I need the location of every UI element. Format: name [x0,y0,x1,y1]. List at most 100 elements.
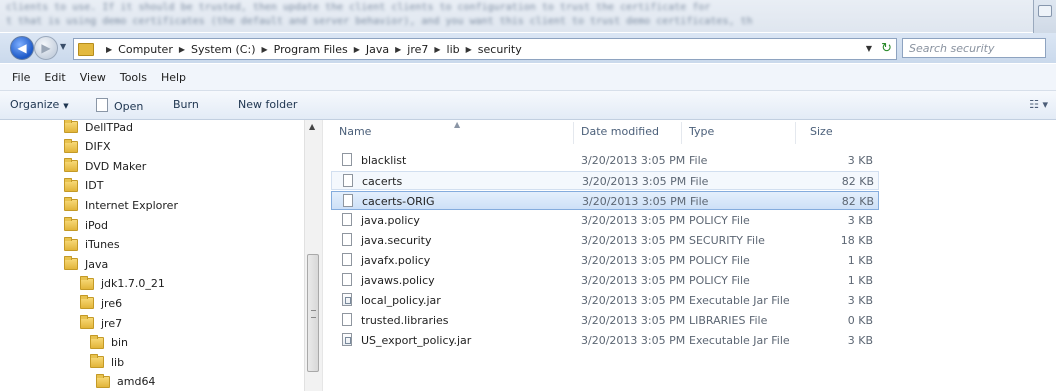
column-divider[interactable] [795,122,796,144]
table-row[interactable]: US_export_policy.jar 3/20/2013 3:05 PM Exe… [331,331,879,350]
breadcrumb-item[interactable]: Java [366,43,389,56]
folder-icon [64,177,78,192]
menu-bar: File Edit View Tools Help [0,64,1056,91]
breadcrumb-item[interactable]: Program Files [274,43,348,56]
new-folder-button[interactable]: New folder [238,98,297,111]
address-history-dropdown[interactable]: ▼ [866,44,872,53]
tree-item[interactable]: jdk1.7.0_21 [80,275,165,293]
column-divider[interactable] [573,122,574,144]
table-row[interactable]: trusted.libraries 3/20/2013 3:05 PM LIBRAR… [331,311,879,330]
table-row[interactable]: javafx.policy 3/20/2013 3:05 PM POLICY Fil… [331,251,879,270]
tree-item[interactable]: DellTPad [64,120,133,136]
scroll-up-icon[interactable]: ▲ [309,122,315,131]
file-type: POLICY File [689,274,750,287]
table-row[interactable]: java.security 3/20/2013 3:05 PM SECURITY F… [331,231,879,250]
tree-item[interactable]: jre7 [80,314,122,332]
back-arrow-icon: ◀ [17,41,27,55]
menu-item[interactable]: Edit [44,71,65,84]
tree-item[interactable]: iTunes [64,236,120,254]
column-header-type[interactable]: Type [689,125,714,138]
menu-item[interactable]: Help [161,71,186,84]
tree-item[interactable]: lib [90,353,124,371]
search-input[interactable]: Search security [902,38,1046,58]
breadcrumb-item[interactable]: jre7 [407,43,428,56]
address-bar[interactable]: ▶ Computer ▶ System (C:) ▶ Program Files ▶ Java… [73,38,897,60]
breadcrumb-item[interactable]: security [478,43,522,56]
breadcrumb-item[interactable]: Computer [118,43,173,56]
change-view-icon[interactable]: ☷ ▾ [1029,98,1048,111]
table-row[interactable]: cacerts 3/20/2013 3:05 PM File 82 KB [331,171,879,190]
tree-item[interactable]: DVD Maker [64,157,146,175]
folder-icon [64,197,78,212]
file-size: 82 KB [841,175,874,188]
folder-icon [80,275,94,290]
grip-icon [311,310,316,318]
column-header-date[interactable]: Date modified [581,125,659,138]
background-window: clients to use. If it should be trusted,… [0,0,1056,32]
chevron-right-icon[interactable]: ▶ [179,45,185,54]
file-name: javafx.policy [361,254,431,267]
tree-item[interactable]: IDT [64,177,103,195]
file-date: 3/20/2013 3:05 PM [581,154,686,167]
file-name: local_policy.jar [361,294,441,307]
back-button[interactable]: ◀ [10,36,34,60]
file-size: 1 KB [847,274,873,287]
tree-item[interactable]: iPod [64,216,108,234]
breadcrumb-item[interactable]: System (C:) [191,43,256,56]
tree-item-label: jre7 [101,316,123,330]
minimize-button[interactable] [1038,5,1052,17]
file-size: 0 KB [847,314,873,327]
tree-item[interactable]: amd64 [96,373,155,391]
chevron-right-icon[interactable]: ▶ [434,45,440,54]
table-row[interactable]: javaws.policy 3/20/2013 3:05 PM POLICY Fil… [331,271,879,290]
table-row[interactable]: java.policy 3/20/2013 3:05 PM POLICY File 3… [331,211,879,230]
file-list: Name ▲ Date modified Type Size blacklist… [323,120,1056,391]
column-header-name[interactable]: Name [339,125,371,138]
burn-button[interactable]: Burn [173,98,199,111]
menu-item[interactable]: Tools [120,71,147,84]
file-name: blacklist [361,154,407,167]
organize-button[interactable]: Organize ▼ [10,98,69,111]
navigation-scrollbar[interactable]: ▲ [304,120,322,391]
new-folder-label: New folder [238,98,298,111]
file-size: 3 KB [847,154,873,167]
table-row[interactable]: blacklist 3/20/2013 3:05 PM File 3 KB [331,151,879,170]
tree-item-label: Java [85,257,109,271]
table-row[interactable]: local_policy.jar 3/20/2013 3:05 PM Executa… [331,291,879,310]
file-type: POLICY File [689,254,750,267]
chevron-right-icon[interactable]: ▶ [395,45,401,54]
file-icon [342,153,352,166]
column-divider[interactable] [681,122,682,144]
file-name: cacerts [362,175,403,188]
tree-item[interactable]: jre6 [80,294,122,312]
chevron-right-icon[interactable]: ▶ [354,45,360,54]
column-header-size[interactable]: Size [810,125,833,138]
recent-pages-dropdown[interactable]: ▼ [60,42,66,51]
menu-item[interactable]: View [80,71,106,84]
burn-label: Burn [173,98,199,111]
scrollbar-thumb[interactable] [307,254,319,372]
open-button[interactable]: Open [96,98,143,113]
forward-button[interactable]: ▶ [34,36,58,60]
file-icon [342,233,352,246]
chevron-right-icon[interactable]: ▶ [466,45,472,54]
tree-item[interactable]: Java [64,255,108,273]
tree-item-label: iTunes [85,238,120,252]
chevron-right-icon[interactable]: ▶ [106,45,112,54]
refresh-icon[interactable]: ↻ [881,41,892,56]
file-icon [342,273,352,286]
file-icon [342,253,352,266]
background-text-line: t that is using demo certificates (the d… [6,16,753,27]
tree-item-label: Internet Explorer [85,198,178,212]
table-row[interactable]: cacerts-ORIG 3/20/2013 3:05 PM File 82 KB [331,191,879,210]
tree-item[interactable]: Internet Explorer [64,196,178,214]
file-date: 3/20/2013 3:05 PM [582,195,687,208]
tree-item[interactable]: DIFX [64,138,111,156]
breadcrumb-item[interactable]: lib [447,43,460,56]
chevron-right-icon[interactable]: ▶ [262,45,268,54]
tree-item-label: jdk1.7.0_21 [101,277,165,291]
tree-item[interactable]: bin [90,334,128,352]
breadcrumb: ▶ Computer ▶ System (C:) ▶ Program Files ▶ Java… [100,43,522,56]
file-name: javaws.policy [361,274,435,287]
menu-item[interactable]: File [12,71,30,84]
